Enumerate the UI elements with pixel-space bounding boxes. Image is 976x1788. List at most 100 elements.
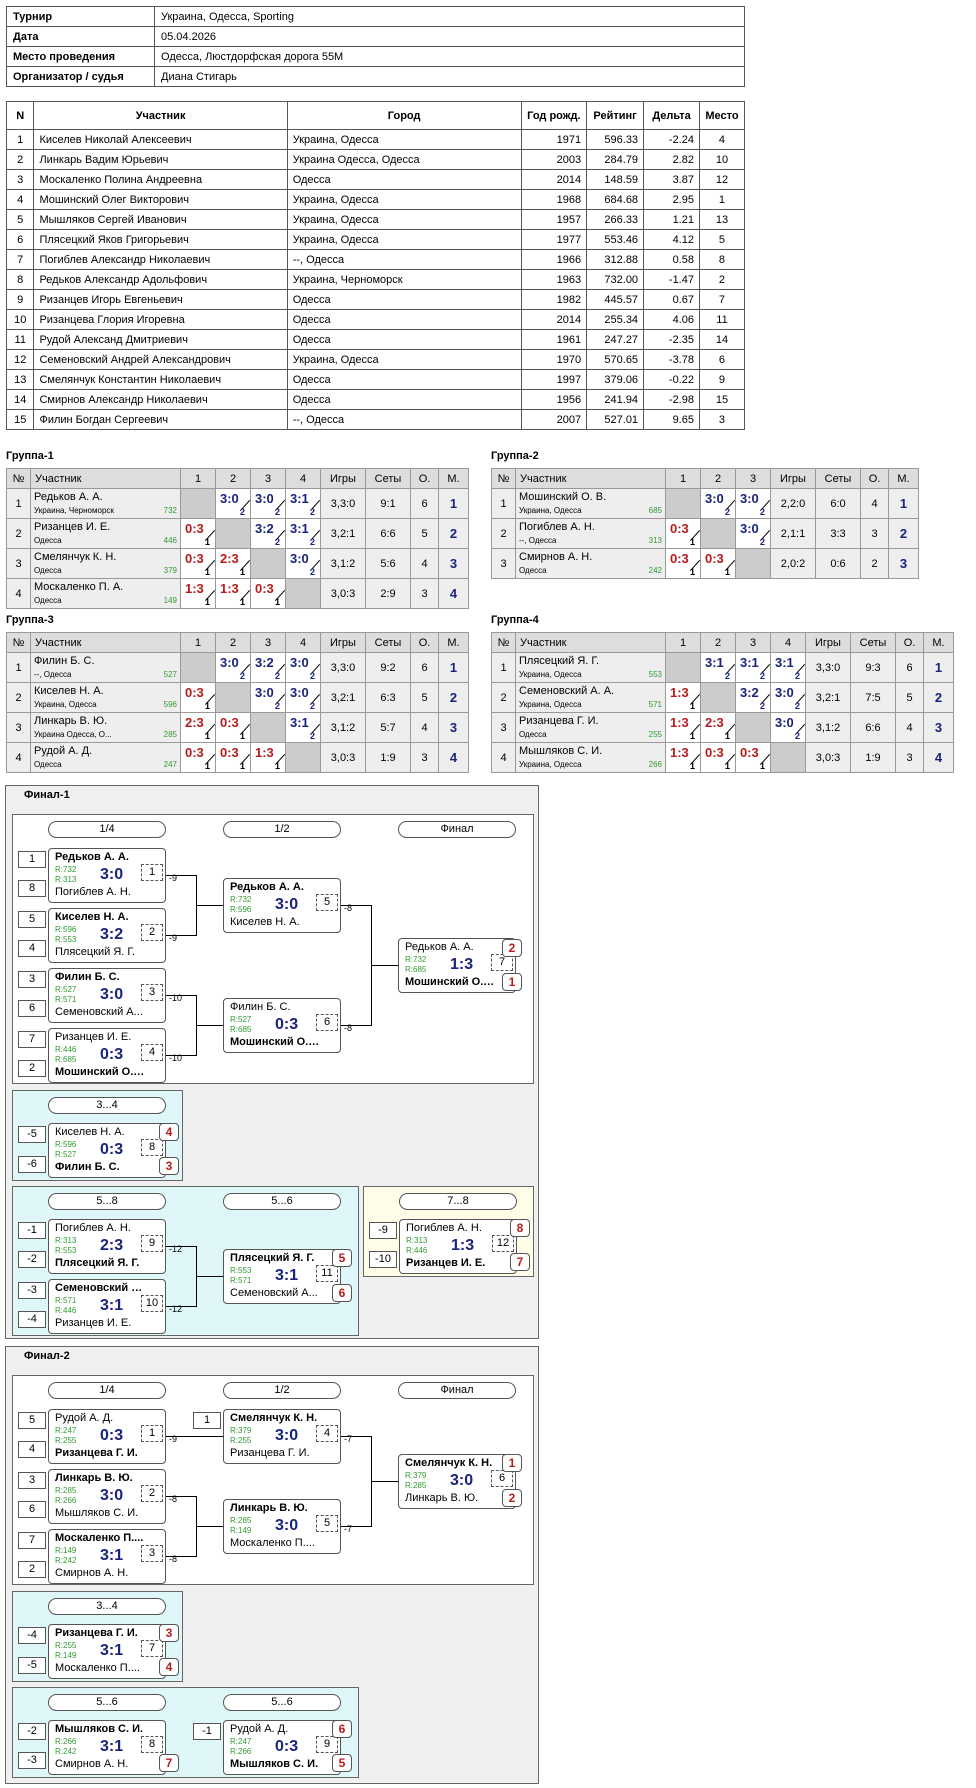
match-rating-b: R:149 — [230, 1526, 252, 1535]
self-cell — [180, 652, 216, 683]
score-cell: 3:2 2 — [735, 682, 771, 713]
table-cell: 14 — [698, 329, 746, 350]
games-cell: 3,2:1 — [805, 682, 851, 713]
sets-cell: 9:2 — [365, 652, 411, 683]
match-box: Смелянчук К. Н. R:379 R:285 3:0 6 Линкарь В. … — [398, 1454, 516, 1509]
place-cell: 3 — [923, 712, 954, 743]
column-header: Сеты — [850, 632, 896, 653]
match-box: Смелянчук К. Н. R:379 R:255 3:0 4 Ризанцева Г… — [223, 1409, 341, 1464]
row-number: 1 — [6, 488, 31, 519]
match-rating-a: R:596 — [55, 1140, 77, 1149]
sets-cell: 6:3 — [365, 682, 411, 713]
match-number: 8 — [141, 1139, 163, 1156]
score-value: 3:1 — [290, 715, 309, 730]
place-cell: 2 — [438, 682, 469, 713]
group-row: 3 Линкарь В. Ю. Украина Одесса, О... 285 2:3… — [6, 712, 469, 743]
round-label: 5...6 — [223, 1694, 341, 1711]
round-label: Финал — [398, 821, 516, 838]
table-cell: 553.46 — [586, 229, 645, 250]
table-cell: 13 — [5, 369, 35, 390]
table-cell: 4.06 — [643, 309, 700, 330]
connector-line — [166, 995, 196, 996]
self-cell — [735, 548, 771, 579]
table-cell: Мошинский Олег Викторович — [33, 189, 288, 210]
table-cell: Погиблев Александр Николаевич — [33, 249, 288, 270]
match-box: Киселев Н. А. R:596 R:553 3:2 2 Плясецкий Я. … — [48, 908, 166, 963]
table-cell: 1982 — [520, 289, 588, 310]
table-cell: Одесса — [286, 369, 522, 390]
match-score: 3:0 — [100, 1487, 124, 1504]
column-header: 2 — [215, 468, 251, 489]
match-box: Погиблев А. Н. R:313 R:446 1:3 12 Ризанцев И.… — [399, 1219, 517, 1274]
table-cell: 2 — [698, 269, 746, 290]
participant-cell: Линкарь В. Ю. Украина Одесса, О... 285 — [30, 712, 181, 743]
seed-box: 6 — [18, 1000, 46, 1017]
table-row: 13 Смелянчук Константин Николаевич Одесса 1… — [5, 369, 746, 390]
bracket-zone: 1/4 1/2 Финал Рудой А. Д. R:247 R:255 0:3 1 Риза… — [12, 1375, 534, 1585]
match-player-b: Смирнов А. Н. — [55, 1758, 129, 1770]
table-cell: 4 — [5, 189, 35, 210]
self-cell — [665, 652, 701, 683]
sets-cell: 5:6 — [365, 548, 411, 579]
place-badge: 6 — [332, 1720, 352, 1738]
match-rating-a: R:527 — [230, 1015, 252, 1024]
column-header: 3 — [250, 468, 286, 489]
score-value: 3:0 — [255, 491, 274, 506]
table-cell: 14 — [5, 389, 35, 410]
match-player-a: Киселев Н. А. — [55, 1126, 125, 1138]
score-value: 1:3 — [670, 685, 689, 700]
participant-name: Рудой А. Д. — [34, 744, 93, 757]
row-number: 3 — [491, 548, 516, 579]
match-number: 4 — [141, 1044, 163, 1061]
table-cell: Линкарь Вадим Юрьевич — [33, 149, 288, 170]
score-cell: 0:3 1 — [180, 518, 216, 549]
score-cell: 3:0 2 — [735, 518, 771, 549]
bracket-zone: 5...8 5...6 -1 -2 -3 -4 Погиблев А. Н. R:313 R:5… — [12, 1186, 359, 1336]
score-points: 2 — [239, 671, 245, 681]
score-value: 0:3 — [220, 715, 239, 730]
match-number: 12 — [492, 1235, 514, 1252]
match-player-a: Филин Б. С. — [55, 971, 120, 983]
score-value: 3:1 — [290, 521, 309, 536]
group-header-row: № Участник 1 2 3 4 Игры Сеты О. М. — [491, 632, 954, 653]
table-cell: 1.21 — [643, 209, 700, 230]
table-cell: 1957 — [520, 209, 588, 230]
score-points: 1 — [724, 731, 730, 741]
table-cell: -2.35 — [643, 329, 700, 350]
final-title: Финал-1 — [24, 789, 70, 801]
table-cell: 9 — [5, 289, 35, 310]
score-value: 1:3 — [185, 581, 204, 596]
column-header: 2 — [700, 468, 736, 489]
self-cell — [250, 548, 286, 579]
match-player-b: Ризанцева Г. И. — [55, 1447, 138, 1459]
score-value: 3:0 — [290, 655, 309, 670]
games-cell: 3,2:1 — [320, 682, 366, 713]
table-row: 14 Смирнов Александр Николаевич Одесса 1956… — [5, 389, 746, 410]
score-value: 1:3 — [220, 581, 239, 596]
info-value: 05.04.2026 — [154, 26, 745, 47]
table-cell: -2.98 — [643, 389, 700, 410]
self-cell — [770, 742, 806, 773]
participant-city: Украина, Одесса — [519, 699, 582, 709]
table-cell: 4.12 — [643, 229, 700, 250]
match-number: 3 — [141, 1545, 163, 1562]
match-player-b: Ризанцев И. Е. — [55, 1317, 132, 1329]
table-row: 4 Мошинский Олег Викторович Украина, Одесс… — [5, 189, 746, 210]
match-player-b: Семеновский А... — [230, 1287, 318, 1299]
score-value: 0:3 — [185, 521, 204, 536]
score-value: 3:1 — [705, 655, 724, 670]
participant-rating: 596 — [163, 699, 177, 709]
match-player-a: Рудой А. Д. — [230, 1723, 289, 1735]
info-key: Дата — [6, 26, 155, 47]
place-cell: 2 — [923, 682, 954, 713]
table-cell: 3.87 — [643, 169, 700, 190]
row-number: 4 — [6, 578, 31, 609]
match-player-b: Погиблев А. Н. — [55, 886, 131, 898]
round-label: 1/2 — [223, 821, 341, 838]
score-cell: 2:3 1 — [700, 712, 736, 743]
score-value: 0:3 — [185, 685, 204, 700]
table-cell: 732.00 — [586, 269, 645, 290]
table-cell: 1970 — [520, 349, 588, 370]
match-number: 7 — [141, 1640, 163, 1657]
table-cell: Смелянчук Константин Николаевич — [33, 369, 288, 390]
